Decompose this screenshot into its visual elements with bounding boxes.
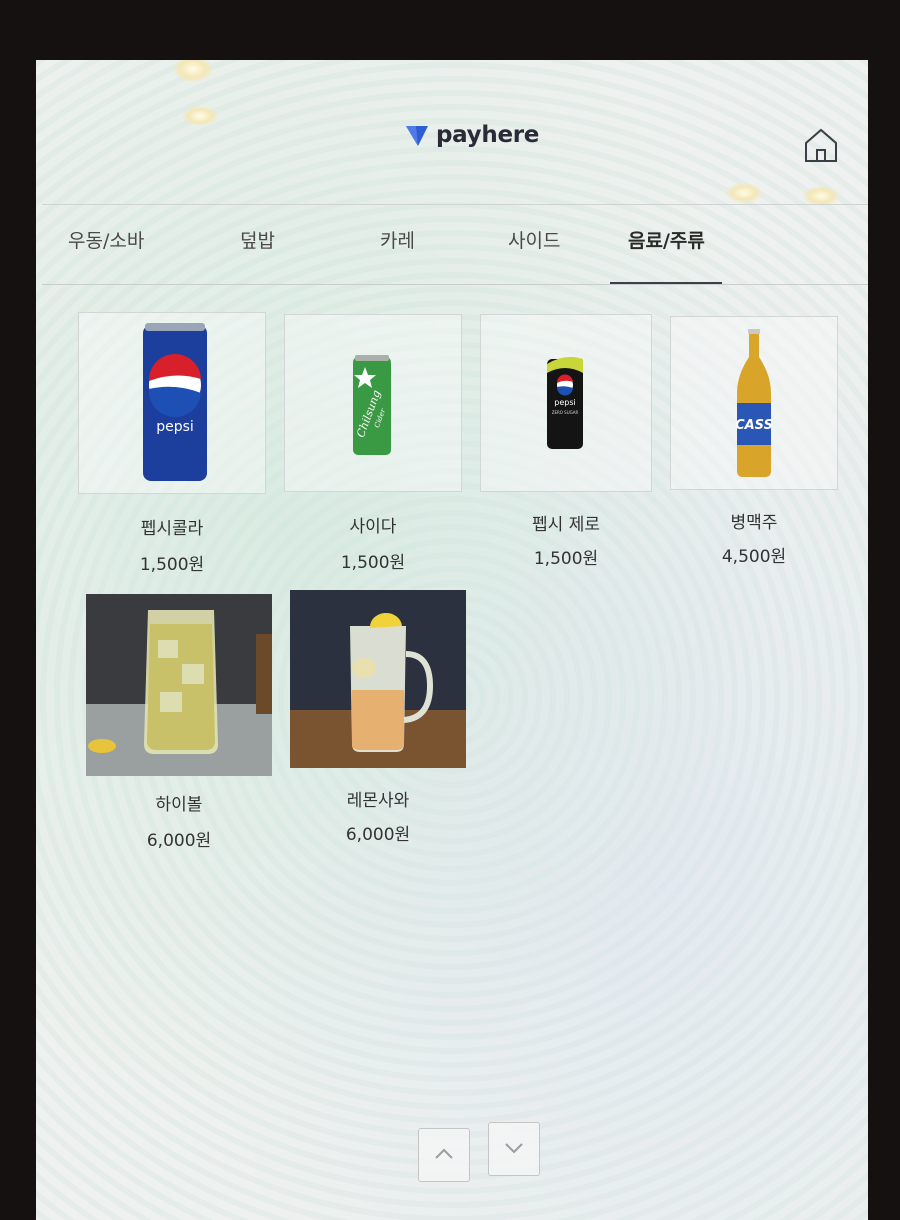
chilsung-can-image: Chilsung Cider (353, 355, 391, 455)
lemon-sour-mug-image (290, 590, 466, 768)
header: payhere (36, 60, 868, 200)
item-name: 펩시콜라 (140, 519, 204, 539)
item-name: 병맥주 (730, 513, 778, 533)
item-name: 레몬사와 (346, 791, 410, 811)
brand-name: payhere (436, 122, 540, 148)
pepsi-can-label: pepsi (156, 419, 194, 435)
item-price: 6,000원 (146, 831, 212, 851)
item-price: 1,500원 (340, 553, 406, 573)
item-price: 4,500원 (721, 547, 787, 567)
tabs-divider (42, 284, 868, 285)
menu-item-pepsi-zero[interactable]: pepsi ZERO SUGAR 펩시 제로 1,500원 (480, 314, 652, 576)
menu-item-bottle-beer[interactable]: CASS 병맥주 4,500원 (670, 316, 838, 572)
pepsi-zero-label: pepsi (554, 398, 575, 407)
tab-rice-bowl[interactable]: 덮밥 (240, 226, 275, 253)
highball-glass-image (86, 594, 272, 776)
item-name: 하이볼 (155, 795, 203, 815)
payhere-logo-icon (406, 126, 428, 146)
kiosk-screen: payhere 우동/소바 덮밥 카레 사이드 음료/주류 pepsi 펩시콜라… (36, 60, 868, 1220)
item-thumbnail: CASS (670, 316, 838, 490)
chevron-down-icon (505, 1143, 523, 1154)
item-price: 1,500원 (533, 549, 599, 569)
item-price: 6,000원 (345, 825, 411, 845)
home-icon (805, 128, 837, 162)
menu-item-pepsi[interactable]: pepsi 펩시콜라 1,500원 (78, 312, 266, 582)
page-up-button[interactable] (418, 1128, 470, 1182)
item-price: 1,500원 (139, 555, 205, 575)
item-name: 사이다 (349, 517, 397, 537)
menu-item-highball[interactable]: 하이볼 6,000원 (86, 594, 272, 858)
brand-logo: payhere (404, 122, 539, 148)
item-thumbnail: Chilsung Cider (284, 314, 462, 492)
header-divider (42, 204, 868, 205)
item-thumbnail: pepsi (78, 312, 266, 494)
item-thumbnail (290, 590, 466, 768)
tab-side[interactable]: 사이드 (508, 226, 560, 253)
item-name: 펩시 제로 (532, 515, 600, 535)
pepsi-zero-sublabel: ZERO SUGAR (552, 410, 579, 415)
item-thumbnail (86, 594, 272, 776)
tab-udon-soba[interactable]: 우동/소바 (68, 226, 144, 253)
page-down-button[interactable] (488, 1122, 540, 1176)
cass-bottle-label: CASS (735, 418, 773, 433)
menu-item-cider[interactable]: Chilsung Cider 사이다 1,500원 (284, 314, 462, 582)
category-tabs: 우동/소바 덮밥 카레 사이드 음료/주류 (42, 210, 868, 282)
tab-curry[interactable]: 카레 (380, 226, 415, 253)
home-button[interactable] (802, 126, 840, 164)
tab-drinks[interactable]: 음료/주류 (628, 226, 705, 253)
cass-bottle-image: CASS (735, 329, 773, 477)
pepsi-can-image: pepsi (143, 323, 207, 481)
item-thumbnail: pepsi ZERO SUGAR (480, 314, 652, 492)
chevron-up-icon (435, 1148, 453, 1159)
pepsi-zero-can-image: pepsi ZERO SUGAR (547, 356, 583, 449)
menu-item-lemon-sour[interactable]: 레몬사와 6,000원 (290, 590, 466, 852)
